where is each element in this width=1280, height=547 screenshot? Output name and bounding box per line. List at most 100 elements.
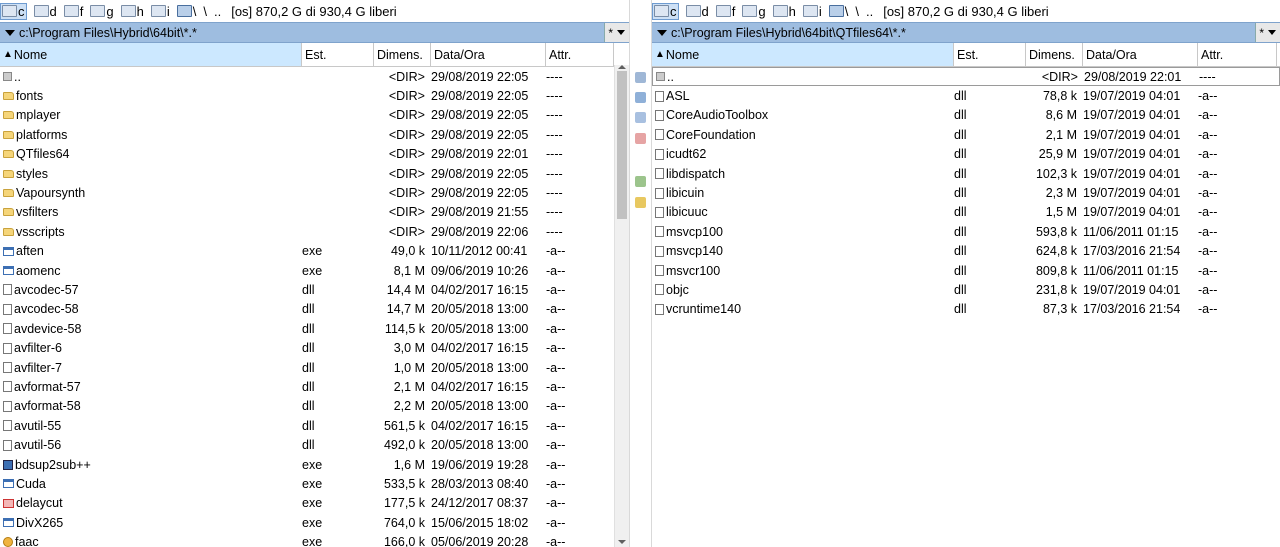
file-row[interactable]: faac exe 166,0 k 05/06/2019 20:28 -a--	[0, 532, 629, 547]
file-row[interactable]: avutil-56 dll 492,0 k 20/05/2018 13:00 -a--	[0, 435, 629, 454]
drive-icon	[120, 5, 136, 17]
file-name: ..	[667, 69, 674, 84]
column-header-ext[interactable]: Est.	[302, 43, 374, 66]
file-row[interactable]: avfilter-6 dll 3,0 M 04/02/2017 16:15 -a--	[0, 338, 629, 357]
network-button[interactable]: \	[176, 4, 196, 19]
file-row[interactable]: avcodec-58 dll 14,7 M 20/05/2018 13:00 -a--	[0, 300, 629, 319]
history-dropdown-icon[interactable]	[5, 29, 15, 36]
drive-button-c[interactable]: c	[0, 2, 27, 20]
root-button[interactable]: \	[855, 4, 859, 19]
unpack-icon[interactable]	[635, 197, 646, 208]
file-row[interactable]: CoreAudioToolbox dll 8,6 M 19/07/2019 04:01…	[652, 106, 1280, 125]
file-row[interactable]: CoreFoundation dll 2,1 M 19/07/2019 04:01 -a…	[652, 125, 1280, 144]
file-row[interactable]: avfilter-7 dll 1,0 M 20/05/2018 13:00 -a--	[0, 358, 629, 377]
sync-icon[interactable]	[635, 133, 646, 144]
file-ext: dll	[954, 224, 967, 239]
file-date: 24/12/2017 08:37	[431, 496, 529, 511]
file-row[interactable]: bdsup2sub++ exe 1,6 M 19/06/2019 19:28 -a--	[0, 455, 629, 474]
filter-star-label: *	[1259, 25, 1264, 40]
drive-button-g[interactable]: g	[90, 4, 114, 19]
scroll-thumb[interactable]	[617, 71, 627, 219]
file-attr: -a--	[1198, 166, 1218, 181]
column-header-name[interactable]: ▲ Nome	[0, 43, 302, 66]
file-size: 3,0 M	[393, 341, 425, 356]
file-row[interactable]: vcruntime140 dll 87,3 k 17/03/2016 21:54 -a-…	[652, 300, 1280, 319]
drive-button-i[interactable]: i	[802, 4, 822, 19]
filter-dropdown-icon[interactable]	[617, 30, 625, 35]
file-row[interactable]: libicuin dll 2,3 M 19/07/2019 04:01 -a--	[652, 183, 1280, 202]
file-date: 20/05/2018 13:00	[431, 438, 529, 453]
column-header-attr[interactable]: Attr.	[546, 43, 614, 66]
file-row[interactable]: fonts <DIR> 29/08/2019 22:05 ----	[0, 86, 629, 105]
file-row[interactable]: Cuda exe 533,5 k 28/03/2013 08:40 -a--	[0, 474, 629, 493]
history-dropdown-icon[interactable]	[657, 29, 667, 36]
file-row[interactable]: DivX265 exe 764,0 k 15/06/2015 18:02 -a--	[0, 513, 629, 532]
drive-button-d[interactable]: d	[33, 3, 57, 19]
up-button[interactable]: ..	[866, 4, 873, 19]
file-row[interactable]: delaycut exe 177,5 k 24/12/2017 08:37 -a--	[0, 494, 629, 513]
folder-icon	[3, 92, 14, 101]
drive-button-h[interactable]: h	[120, 3, 144, 19]
file-row[interactable]: .. <DIR> 29/08/2019 22:01 ----	[652, 67, 1280, 87]
column-header-size[interactable]: Dimens.	[374, 43, 431, 66]
file-row[interactable]: avutil-55 dll 561,5 k 04/02/2017 16:15 -a--	[0, 416, 629, 435]
drive-button-g[interactable]: g	[742, 4, 766, 19]
column-header-ext[interactable]: Est.	[954, 43, 1026, 66]
drive-label: h	[136, 3, 144, 19]
column-header-size[interactable]: Dimens.	[1026, 43, 1083, 66]
file-row[interactable]: msvcp100 dll 593,8 k 11/06/2011 01:15 -a--	[652, 222, 1280, 241]
pack-icon[interactable]	[635, 176, 646, 187]
file-row[interactable]: Vapoursynth <DIR> 29/08/2019 22:05 ----	[0, 183, 629, 202]
drive-button-f[interactable]: f	[63, 4, 83, 19]
column-header-date[interactable]: Data/Ora	[431, 43, 546, 66]
column-header-date[interactable]: Data/Ora	[1083, 43, 1198, 66]
column-header-name[interactable]: ▲ Nome	[652, 43, 954, 66]
path-bar[interactable]: c:\Program Files\Hybrid\64bit\QTfiles64\…	[652, 22, 1280, 43]
file-row[interactable]: ASL dll 78,8 k 19/07/2019 04:01 -a--	[652, 86, 1280, 105]
file-row[interactable]: vsfilters <DIR> 29/08/2019 21:55 ----	[0, 203, 629, 222]
drive-label: d	[701, 3, 709, 19]
column-header-attr[interactable]: Attr.	[1198, 43, 1277, 66]
drive-button-c[interactable]: c	[652, 2, 679, 20]
scroll-up-icon[interactable]	[618, 65, 626, 69]
file-row[interactable]: aften exe 49,0 k 10/11/2012 00:41 -a--	[0, 242, 629, 261]
drive-button-d[interactable]: d	[685, 3, 709, 19]
filter-dropdown-icon[interactable]	[1268, 30, 1276, 35]
scroll-down-icon[interactable]	[618, 540, 626, 544]
file-row[interactable]: avformat-57 dll 2,1 M 04/02/2017 16:15 -a--	[0, 377, 629, 396]
current-path[interactable]: c:\Program Files\Hybrid\64bit\QTfiles64\…	[671, 26, 1255, 40]
file-row[interactable]: libdispatch dll 102,3 k 19/07/2019 04:01 -a-…	[652, 164, 1280, 183]
path-bar[interactable]: c:\Program Files\Hybrid\64bit\*.* *	[0, 22, 629, 43]
network-button[interactable]: \	[828, 4, 848, 19]
drive-button-i[interactable]: i	[150, 4, 170, 19]
file-name: libdispatch	[666, 166, 726, 181]
file-row[interactable]: QTfiles64 <DIR> 29/08/2019 22:01 ----	[0, 145, 629, 164]
file-row[interactable]: msvcp140 dll 624,8 k 17/03/2016 21:54 -a--	[652, 242, 1280, 261]
file-row[interactable]: icudt62 dll 25,9 M 19/07/2019 04:01 -a--	[652, 145, 1280, 164]
search-icon[interactable]	[635, 72, 646, 83]
file-row[interactable]: libicuuc dll 1,5 M 19/07/2019 04:01 -a--	[652, 203, 1280, 222]
root-button[interactable]: \	[203, 4, 207, 19]
file-row[interactable]: .. <DIR> 29/08/2019 22:05 ----	[0, 67, 629, 86]
filter-button[interactable]: *	[1255, 23, 1280, 42]
file-row[interactable]: styles <DIR> 29/08/2019 22:05 ----	[0, 164, 629, 183]
drive-button-h[interactable]: h	[772, 4, 796, 19]
drive-button-f[interactable]: f	[715, 4, 735, 19]
file-row[interactable]: avcodec-57 dll 14,4 M 04/02/2017 16:15 -a--	[0, 280, 629, 299]
file-row[interactable]: mplayer <DIR> 29/08/2019 22:05 ----	[0, 106, 629, 125]
file-date: 19/07/2019 04:01	[1083, 147, 1181, 162]
drive-label: d	[49, 3, 57, 19]
file-row[interactable]: platforms <DIR> 29/08/2019 22:05 ----	[0, 125, 629, 144]
file-row[interactable]: aomenc exe 8,1 M 09/06/2019 10:26 -a--	[0, 261, 629, 280]
file-row[interactable]: msvcr100 dll 809,8 k 11/06/2011 01:15 -a--	[652, 261, 1280, 280]
file-row[interactable]: avformat-58 dll 2,2 M 20/05/2018 13:00 -a--	[0, 397, 629, 416]
view-icon[interactable]	[635, 92, 646, 103]
file-row[interactable]: vsscripts <DIR> 29/08/2019 22:06 ----	[0, 222, 629, 241]
file-row[interactable]: objc dll 231,8 k 19/07/2019 04:01 -a--	[652, 280, 1280, 299]
current-path[interactable]: c:\Program Files\Hybrid\64bit\*.*	[19, 26, 604, 40]
file-row[interactable]: avdevice-58 dll 114,5 k 20/05/2018 13:00 -a-…	[0, 319, 629, 338]
up-button[interactable]: ..	[214, 4, 221, 19]
vertical-scrollbar[interactable]	[614, 65, 629, 547]
filter-button[interactable]: *	[604, 23, 629, 42]
compare-icon[interactable]	[635, 112, 646, 123]
